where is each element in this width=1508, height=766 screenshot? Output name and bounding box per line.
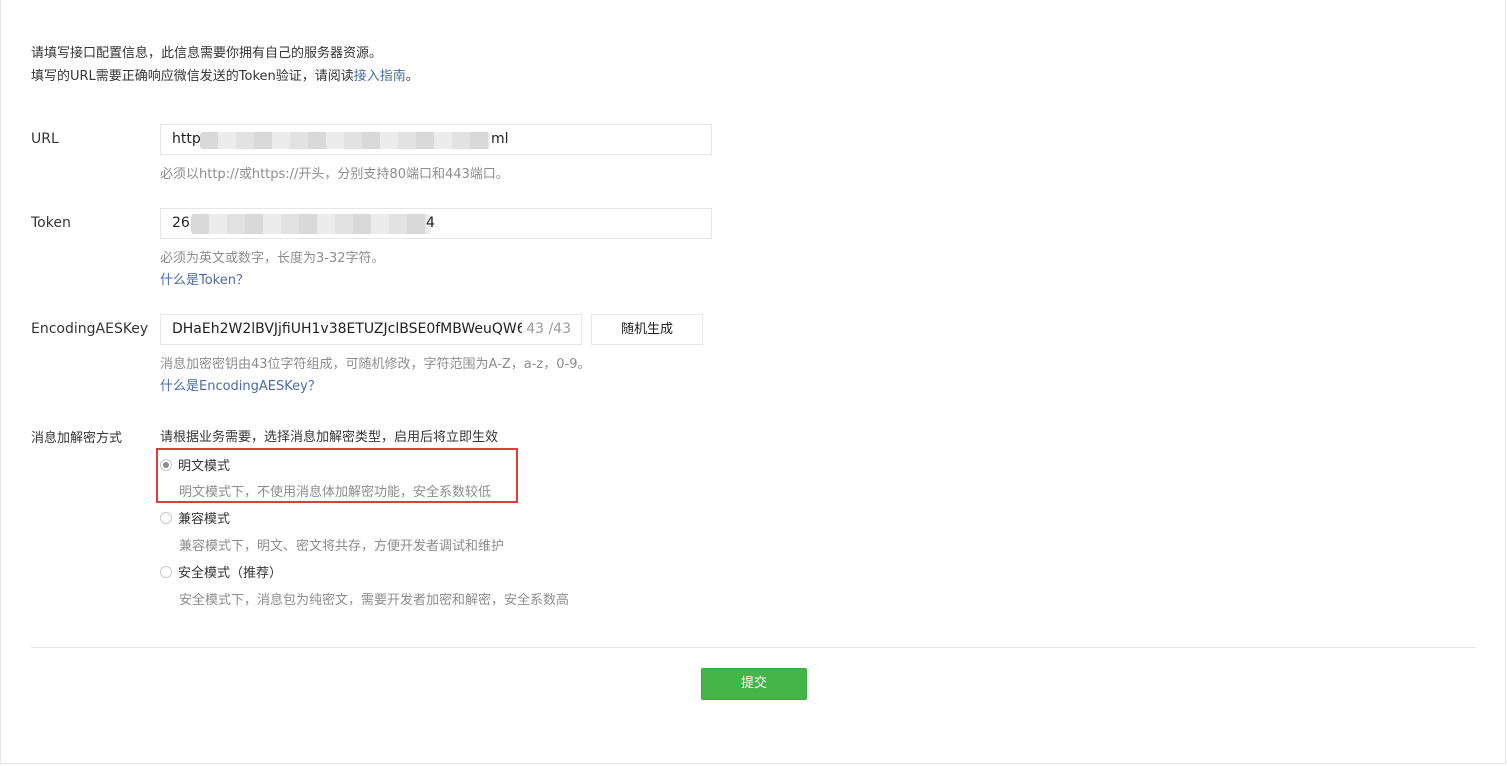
- url-input[interactable]: http ml: [160, 124, 712, 155]
- url-value-start: http: [172, 131, 201, 147]
- intro-line-2-prefix: 填写的URL需要正确响应微信发送的Token验证，请阅读: [31, 69, 354, 84]
- compatible-mode-label: 兼容模式: [178, 512, 231, 527]
- intro-line-2: 填写的URL需要正确响应微信发送的Token验证，请阅读接入指南。: [31, 65, 419, 88]
- url-redacted-mask: [200, 132, 490, 149]
- url-value-end: ml: [491, 131, 509, 147]
- token-value-end: 4: [426, 215, 435, 231]
- what-is-aeskey-link[interactable]: 什么是EncodingAESKey？: [160, 375, 321, 394]
- what-is-token-link[interactable]: 什么是Token？: [160, 269, 249, 288]
- secure-mode-label: 安全模式（推荐）: [178, 566, 283, 581]
- encryption-mode-label: 消息加解密方式: [31, 431, 123, 446]
- token-redacted-mask: [191, 214, 431, 234]
- aeskey-value: DHaEh2W2lBVJjfiUH1v38ETUZJclBSE0fMBWeuQW…: [172, 321, 536, 337]
- radio-unchecked-icon[interactable]: [160, 565, 172, 578]
- divider: [31, 647, 1476, 648]
- aeskey-input[interactable]: DHaEh2W2lBVJjfiUH1v38ETUZJclBSE0fMBWeuQW…: [160, 314, 582, 345]
- access-guide-link[interactable]: 接入指南: [354, 69, 406, 84]
- url-label: URL: [31, 131, 59, 147]
- compatible-mode-desc: 兼容模式下，明文、密文将共存，方便开发者调试和维护: [179, 539, 505, 554]
- random-generate-button[interactable]: 随机生成: [591, 314, 703, 345]
- aeskey-char-counter: 43 /43: [522, 315, 571, 344]
- token-label: Token: [31, 215, 71, 231]
- radio-secure-mode[interactable]: 安全模式（推荐）: [160, 562, 282, 581]
- url-hint: 必须以http://或https://开头，分别支持80端口和443端口。: [160, 167, 509, 182]
- intro-line-1: 请填写接口配置信息，此信息需要你拥有自己的服务器资源。: [31, 46, 383, 61]
- token-value-start: 26: [172, 215, 190, 231]
- intro-line-2-suffix: 。: [405, 69, 419, 84]
- intro-text: 请填写接口配置信息，此信息需要你拥有自己的服务器资源。 填写的URL需要正确响应…: [31, 42, 419, 88]
- token-input[interactable]: 26 4: [160, 208, 712, 239]
- radio-compatible-mode[interactable]: 兼容模式: [160, 508, 230, 527]
- aeskey-hint: 消息加密密钥由43位字符组成，可随机修改，字符范围为A-Z，a-z，0-9。: [160, 357, 591, 372]
- radio-unchecked-icon[interactable]: [160, 511, 172, 524]
- token-hint: 必须为英文或数字，长度为3-32字符。: [160, 251, 385, 266]
- aeskey-label: EncodingAESKey: [31, 321, 149, 337]
- highlight-box: [156, 448, 518, 503]
- encryption-mode-description: 请根据业务需要，选择消息加解密类型，启用后将立即生效: [160, 430, 499, 445]
- secure-mode-desc: 安全模式下，消息包为纯密文，需要开发者加密和解密，安全系数高: [179, 593, 570, 608]
- submit-button[interactable]: 提交: [701, 668, 807, 700]
